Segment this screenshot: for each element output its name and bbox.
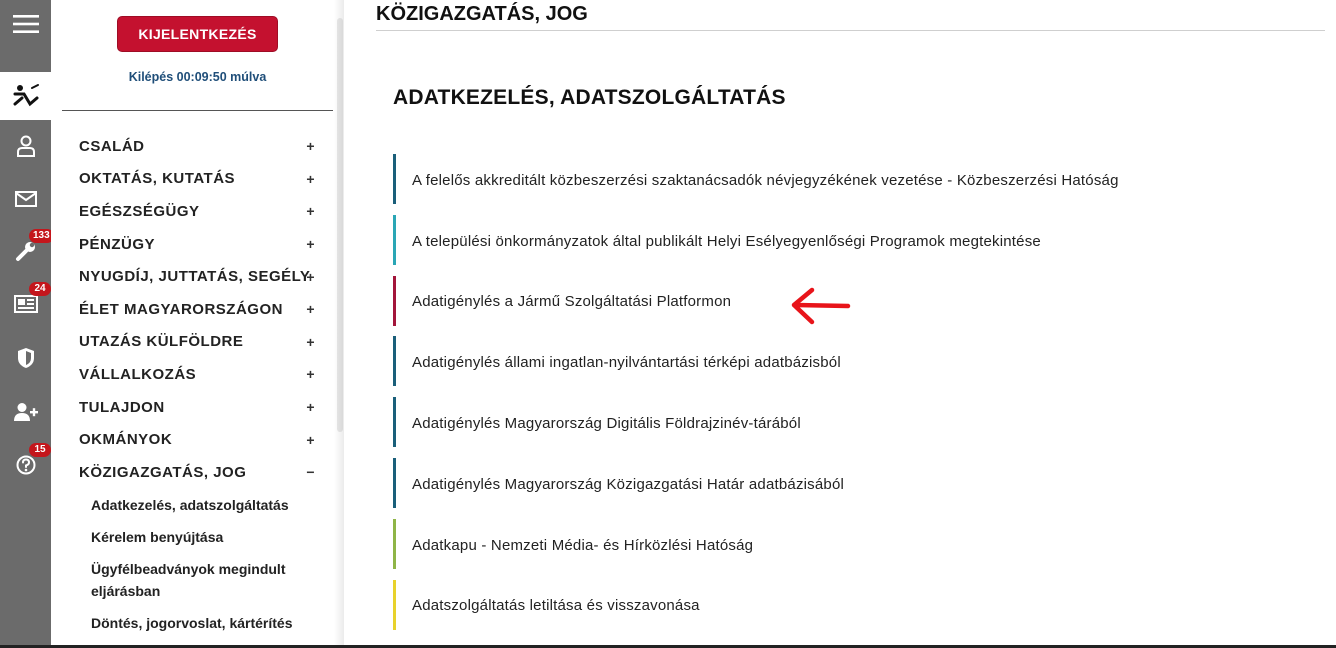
list-item-color-bar	[393, 154, 396, 204]
list-item-link[interactable]: A felelős akkreditált közbeszerzési szak…	[412, 172, 1119, 189]
list-item-link[interactable]: A települési önkormányzatok által publik…	[412, 233, 1041, 250]
list-item[interactable]: Adatszolgáltatás letiltása és visszavoná…	[393, 576, 1293, 637]
red-arrow-annotation-icon	[791, 287, 851, 325]
list-item-color-bar	[393, 214, 396, 265]
news-icon[interactable]: 24	[0, 280, 51, 328]
list-item-link[interactable]: Adatigénylés állami ingatlan-nyilvántart…	[412, 354, 841, 371]
expand-icon: +	[306, 268, 315, 285]
submenu-item[interactable]: Kérelem benyújtása	[91, 521, 321, 553]
menu-item-penzugy[interactable]: PÉNZÜGY +	[51, 228, 331, 261]
list-item[interactable]: Adatigénylés Magyarország Digitális Föld…	[393, 393, 1293, 454]
add-user-icon[interactable]	[0, 388, 51, 436]
menu-item-label: TULAJDON	[79, 398, 165, 416]
menu-item-label: OKTATÁS, KUTATÁS	[79, 170, 236, 188]
submenu-item[interactable]: Adatkezelés, adatszolgáltatás	[91, 489, 321, 521]
wrench-badge: 133	[29, 229, 54, 243]
menu-item-label: EGÉSZSÉGÜGY	[79, 202, 200, 220]
shield-icon[interactable]	[0, 334, 51, 382]
logo-icon[interactable]	[0, 72, 51, 120]
menu-item-label: CSALÁD	[79, 137, 145, 155]
menu-item-kozigazgatas[interactable]: KÖZIGAZGATÁS, JOG −	[51, 456, 331, 489]
menu-item-label: ÉLET MAGYARORSZÁGON	[79, 300, 283, 318]
menu-item-utazas[interactable]: UTAZÁS KÜLFÖLDRE +	[51, 326, 331, 359]
collapse-icon: −	[306, 464, 315, 481]
expand-icon: +	[306, 236, 315, 253]
category-menu: CSALÁD + OKTATÁS, KUTATÁS + EGÉSZSÉGÜGY + P…	[51, 130, 331, 639]
help-badge: 15	[29, 443, 51, 457]
list-item[interactable]: A felelős akkreditált közbeszerzési szak…	[393, 150, 1293, 211]
page-title: KÖZIGAZGATÁS, JOG	[376, 3, 588, 25]
sidebar-scrollbar[interactable]	[337, 18, 343, 432]
list-item-color-bar	[393, 275, 396, 326]
submenu-item[interactable]: Döntés, jogorvoslat, kártérítés	[91, 607, 321, 639]
expand-icon: +	[306, 431, 315, 448]
session-timer: Kilépés 00:09:50 múlva	[128, 70, 267, 84]
list-item-link[interactable]: Adatigénylés a Jármű Szolgáltatási Platf…	[412, 293, 731, 310]
list-item-color-bar	[393, 518, 396, 569]
list-item-link[interactable]: Adatigénylés Magyarország Közigazgatási …	[412, 476, 844, 493]
menu-item-label: NYUGDÍJ, JUTTATÁS, SEGÉLY	[79, 268, 311, 286]
list-item-color-bar	[393, 457, 396, 508]
mail-icon[interactable]	[0, 175, 51, 223]
service-list: A felelős akkreditált közbeszerzési szak…	[393, 150, 1293, 636]
main-content: KÖZIGAZGATÁS, JOG ADATKEZELÉS, ADATSZOLG…	[344, 0, 1336, 648]
expand-icon: +	[306, 366, 315, 383]
menu-item-elet[interactable]: ÉLET MAGYARORSZÁGON +	[51, 293, 331, 326]
list-item[interactable]: A települési önkormányzatok által publik…	[393, 211, 1293, 272]
list-item-color-bar	[393, 579, 396, 630]
menu-item-label: PÉNZÜGY	[79, 235, 156, 253]
expand-icon: +	[306, 170, 315, 187]
menu-item-label: VÁLLALKOZÁS	[79, 365, 197, 383]
list-item-link[interactable]: Adatkapu - Nemzeti Média- és Hírközlési …	[412, 537, 753, 554]
list-item[interactable]: Adatkapu - Nemzeti Média- és Hírközlési …	[393, 515, 1293, 576]
menu-item-tulajdon[interactable]: TULAJDON +	[51, 391, 331, 424]
list-item-link[interactable]: Adatszolgáltatás letiltása és visszavoná…	[412, 597, 700, 614]
expand-icon: +	[306, 333, 315, 350]
list-item-link[interactable]: Adatigénylés Magyarország Digitális Föld…	[412, 415, 801, 432]
logout-button[interactable]: KIJELENTKEZÉS	[117, 16, 278, 52]
help-icon[interactable]: 15	[0, 441, 51, 489]
list-item[interactable]: Adatigénylés Magyarország Közigazgatási …	[393, 454, 1293, 515]
sidebar: KIJELENTKEZÉS Kilépés 00:09:50 múlva CSA…	[51, 0, 344, 648]
sidebar-divider	[62, 110, 333, 111]
menu-item-label: KÖZIGAZGATÁS, JOG	[79, 463, 247, 481]
user-icon[interactable]	[0, 122, 51, 170]
menu-item-nyugdij[interactable]: NYUGDÍJ, JUTTATÁS, SEGÉLY +	[51, 260, 331, 293]
expand-icon: +	[306, 203, 315, 220]
news-badge: 24	[29, 282, 51, 296]
expand-icon: +	[306, 138, 315, 155]
list-item-color-bar	[393, 397, 396, 448]
menu-item-vallalkozas[interactable]: VÁLLALKOZÁS +	[51, 358, 331, 391]
icon-rail: 133 24 15	[0, 0, 54, 648]
submenu-kozigazgatas: Adatkezelés, adatszolgáltatás Kérelem be…	[51, 489, 331, 639]
menu-item-label: OKMÁNYOK	[79, 431, 173, 449]
title-divider	[376, 30, 1325, 31]
wrench-icon[interactable]: 133	[0, 227, 54, 275]
menu-item-csalad[interactable]: CSALÁD +	[51, 130, 331, 163]
menu-icon[interactable]	[0, 0, 51, 48]
menu-item-egeszsegugy[interactable]: EGÉSZSÉGÜGY +	[51, 195, 331, 228]
menu-item-okmanyok[interactable]: OKMÁNYOK +	[51, 423, 331, 456]
expand-icon: +	[306, 399, 315, 416]
expand-icon: +	[306, 301, 315, 318]
section-title: ADATKEZELÉS, ADATSZOLGÁLTATÁS	[393, 86, 786, 109]
menu-item-label: UTAZÁS KÜLFÖLDRE	[79, 333, 244, 351]
menu-item-oktatas[interactable]: OKTATÁS, KUTATÁS +	[51, 163, 331, 196]
submenu-item[interactable]: Ügyfélbeadványok megindult eljárásban	[91, 553, 321, 607]
list-item-color-bar	[393, 336, 396, 387]
list-item[interactable]: Adatigénylés állami ingatlan-nyilvántart…	[393, 332, 1293, 393]
